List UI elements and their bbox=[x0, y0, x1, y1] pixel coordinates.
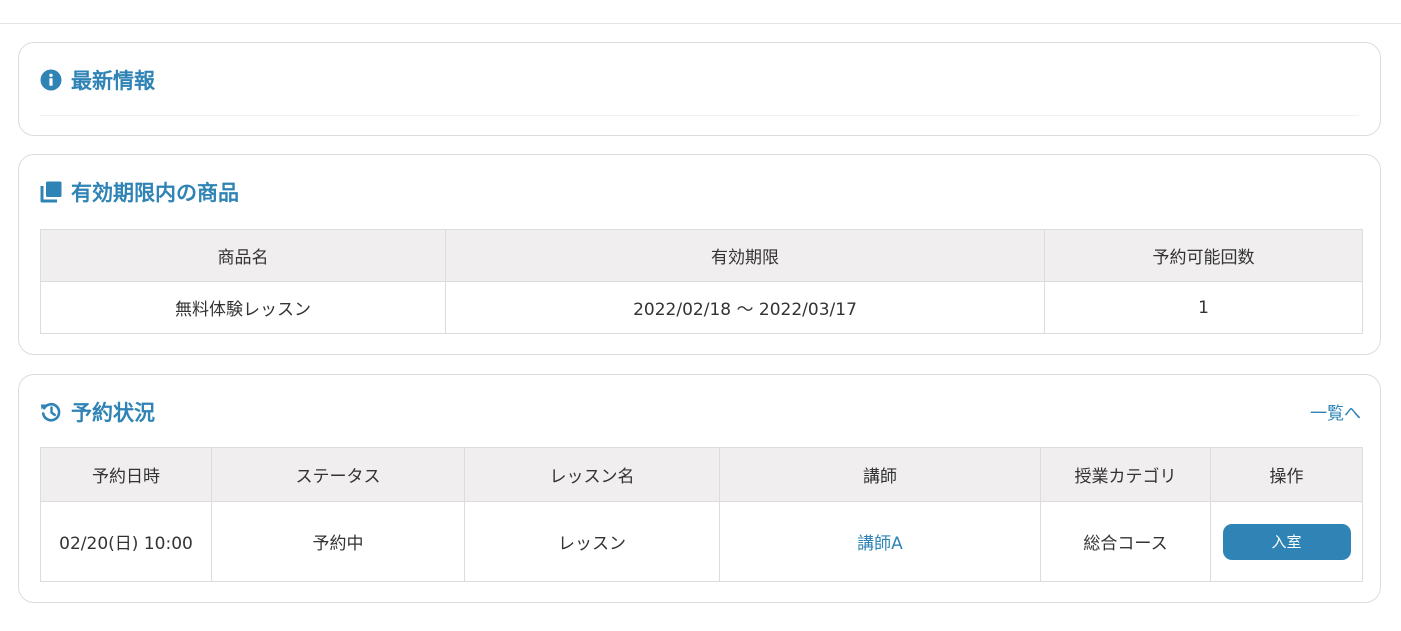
category-cell: 総合コース bbox=[1040, 501, 1211, 582]
history-icon bbox=[40, 401, 62, 423]
teacher-link[interactable]: 講師A bbox=[857, 534, 903, 554]
status-cell: 予約中 bbox=[211, 501, 465, 582]
info-circle-icon bbox=[40, 69, 62, 91]
table-row: 無料体験レッスン 2022/02/18 〜 2022/03/17 1 bbox=[40, 281, 1363, 334]
news-title: 最新情報 bbox=[40, 65, 155, 95]
datetime-cell: 02/20(日) 10:00 bbox=[40, 501, 212, 582]
header-validity: 有効期限 bbox=[445, 229, 1045, 282]
products-card: 有効期限内の商品 商品名 有効期限 予約可能回数 無料体験レッスン 2022/0… bbox=[18, 154, 1381, 355]
header-category: 授業カテゴリ bbox=[1040, 447, 1211, 502]
top-bar bbox=[0, 0, 1401, 24]
action-cell: 入室 bbox=[1210, 501, 1363, 582]
header-lesson-name: レッスン名 bbox=[464, 447, 720, 502]
view-all-link[interactable]: 一覧へ bbox=[1310, 399, 1361, 424]
news-title-text: 最新情報 bbox=[71, 69, 155, 93]
header-product-name: 商品名 bbox=[40, 229, 446, 282]
news-divider bbox=[40, 115, 1359, 116]
reservations-title: 予約状況 bbox=[40, 397, 155, 427]
product-validity-cell: 2022/02/18 〜 2022/03/17 bbox=[445, 281, 1045, 334]
products-title-text: 有効期限内の商品 bbox=[71, 181, 239, 205]
enter-room-button[interactable]: 入室 bbox=[1222, 523, 1351, 560]
news-card: 最新情報 bbox=[18, 42, 1381, 136]
product-name-cell: 無料体験レッスン bbox=[40, 281, 446, 334]
reservations-header-row: 予約日時 ステータス レッスン名 講師 授業カテゴリ 操作 bbox=[40, 447, 1363, 502]
products-header-row: 商品名 有効期限 予約可能回数 bbox=[40, 229, 1363, 282]
header-datetime: 予約日時 bbox=[40, 447, 212, 502]
header-teacher: 講師 bbox=[719, 447, 1041, 502]
lesson-cell: レッスン bbox=[464, 501, 720, 582]
table-row: 02/20(日) 10:00 予約中 レッスン 講師A 総合コース 入室 bbox=[40, 501, 1363, 582]
reservations-title-text: 予約状況 bbox=[71, 401, 155, 425]
reservations-card: 予約状況 一覧へ 予約日時 ステータス レッスン名 講師 授業カテゴリ 操作 0… bbox=[18, 374, 1381, 603]
product-remaining-cell: 1 bbox=[1044, 281, 1363, 334]
products-table: 商品名 有効期限 予約可能回数 無料体験レッスン 2022/02/18 〜 20… bbox=[40, 229, 1363, 334]
header-remaining: 予約可能回数 bbox=[1044, 229, 1363, 282]
copy-icon bbox=[40, 181, 62, 203]
reservations-table: 予約日時 ステータス レッスン名 講師 授業カテゴリ 操作 02/20(日) 1… bbox=[40, 447, 1363, 582]
header-action: 操作 bbox=[1210, 447, 1363, 502]
header-status: ステータス bbox=[211, 447, 465, 502]
teacher-cell: 講師A bbox=[719, 501, 1041, 582]
products-title: 有効期限内の商品 bbox=[40, 177, 239, 207]
